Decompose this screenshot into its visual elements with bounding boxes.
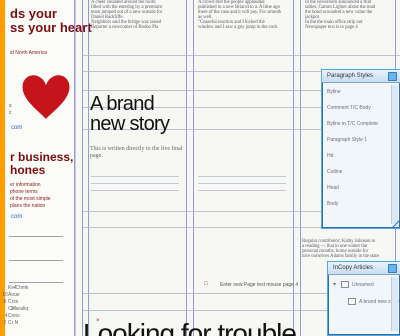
- column-guide: [186, 0, 187, 336]
- paragraph-style-item[interactable]: Cutline: [327, 170, 388, 175]
- paragraph-style-item[interactable]: Head: [327, 186, 388, 191]
- table-label: Ke Chmk: [8, 285, 29, 291]
- table-label: Crss: [8, 299, 19, 305]
- empty-text-line: [91, 183, 179, 184]
- ad-link-2[interactable]: com: [11, 214, 22, 221]
- column-text-line: Reporter a newcomer of Rodeo Pla: [91, 25, 159, 30]
- paragraph-styles-panel[interactable]: Paragraph Styles Byline Comment T/C Body…: [321, 69, 400, 229]
- heart-image: [22, 75, 70, 119]
- ad-detail-1: er information: [10, 182, 41, 188]
- left-table-row: Aoue 10: [2, 292, 20, 298]
- article-column-1: A cheer sounded around the room filled w…: [91, 0, 183, 30]
- left-table-row: Cr N 2: [4, 320, 19, 326]
- incopy-articles-scrollbar[interactable]: [391, 277, 398, 331]
- ad-link-1[interactable]: com: [11, 125, 22, 132]
- story-icon: [348, 298, 356, 305]
- ad-detail-2: phone terms: [10, 189, 38, 195]
- bottom-headline[interactable]: Looking for trouble: [83, 320, 297, 336]
- story-icon: [341, 281, 349, 288]
- paragraph-style-item[interactable]: Byline in T/C Complete: [327, 122, 388, 127]
- left-advertisement-panel: ds your ss your heart id North America s…: [2, 0, 92, 336]
- left-table-row: Ke Chmk 4: [8, 286, 29, 291]
- column-text-line: nice ourselves Adams family in the state: [302, 254, 379, 259]
- ad-caption-left-2: c: [9, 110, 12, 116]
- column-guide: [193, 0, 194, 336]
- table-label: Cr N: [8, 320, 19, 326]
- ad-headline-line-1: ds your: [10, 6, 57, 21]
- table-value: 27: [10, 306, 17, 312]
- story-deck[interactable]: This is written directly to the live fin…: [90, 146, 183, 160]
- paragraph-style-item[interactable]: Comment T/C Body: [327, 106, 388, 111]
- table-value: 4: [4, 313, 8, 319]
- column-guide: [88, 0, 89, 336]
- empty-text-line: [91, 190, 179, 191]
- story-headline[interactable]: A brand new story: [90, 94, 210, 134]
- paragraph-style-item[interactable]: Body: [327, 202, 388, 207]
- headline-line-2[interactable]: new story: [90, 114, 210, 134]
- ad-caption-left-1: s: [9, 103, 12, 109]
- left-table-row: Cmaraliq 27: [8, 307, 28, 312]
- empty-text-line: [198, 190, 286, 191]
- close-icon[interactable]: [388, 264, 397, 273]
- column-text-line: window and I saw a guy jump in the cock: [198, 25, 278, 30]
- left-table-row: Cons 4: [4, 313, 20, 319]
- horizontal-guide: [82, 55, 400, 56]
- ad-headline-line-3: r business,: [10, 150, 74, 164]
- column-guide: [300, 0, 301, 336]
- text-frame-marker: □: [204, 281, 208, 287]
- close-icon[interactable]: [388, 72, 397, 81]
- paragraph-style-item[interactable]: Byline: [327, 90, 388, 95]
- right-bottom-column: Regular contributor; Kathy Johnson to a …: [302, 239, 392, 259]
- left-rule-1: [9, 236, 63, 237]
- ad-headline-line-4: hones: [10, 163, 46, 177]
- empty-text-line: [198, 176, 286, 177]
- article-item[interactable]: A brand new story: [359, 300, 399, 305]
- article-column-3: In the newsroom announced a flint tallie…: [305, 0, 393, 30]
- table-value: 8: [3, 299, 7, 305]
- empty-text-line: [198, 183, 286, 184]
- ad-detail-3: of the most simple: [10, 196, 51, 202]
- table-value: 10: [2, 292, 8, 298]
- article-column-2: A crowd met the people applauded publish…: [198, 0, 290, 30]
- jump-caption: Enter new Page text mouse page 4: [220, 282, 299, 288]
- article-item[interactable]: Unnamed: [352, 283, 388, 288]
- paragraph-styles-scrollbar[interactable]: [391, 85, 398, 224]
- headline-line-1[interactable]: A brand: [90, 94, 210, 114]
- table-label: Aoue: [8, 292, 20, 298]
- paragraph-style-item[interactable]: Paragraph Style 1: [327, 138, 388, 143]
- left-table-row: Crss 8: [4, 299, 19, 305]
- empty-text-line: [91, 176, 179, 177]
- left-rule-2: [9, 260, 63, 261]
- ad-small-text: id North America: [10, 50, 47, 56]
- indesign-page-canvas[interactable]: ds your ss your heart id North America s…: [0, 0, 400, 336]
- ad-headline-line-2: ss your heart: [10, 20, 92, 35]
- column-guide: [74, 0, 75, 336]
- paragraph-style-item[interactable]: Hd: [327, 154, 388, 159]
- table-label: Cons: [8, 313, 20, 319]
- column-text-line: Newspaper text is to page 4: [305, 25, 358, 30]
- resize-handle-icon[interactable]: [392, 220, 400, 228]
- table-value: 2: [3, 320, 7, 326]
- left-rule-3: [9, 282, 63, 283]
- incopy-articles-panel[interactable]: InCopy Articles ▾ Unnamed A brand new st…: [327, 261, 400, 336]
- ad-detail-4: plans the nation: [10, 203, 46, 209]
- table-value: 4: [13, 285, 17, 291]
- triangle-expand-icon[interactable]: ▾: [333, 282, 336, 288]
- column-guide: [82, 0, 83, 336]
